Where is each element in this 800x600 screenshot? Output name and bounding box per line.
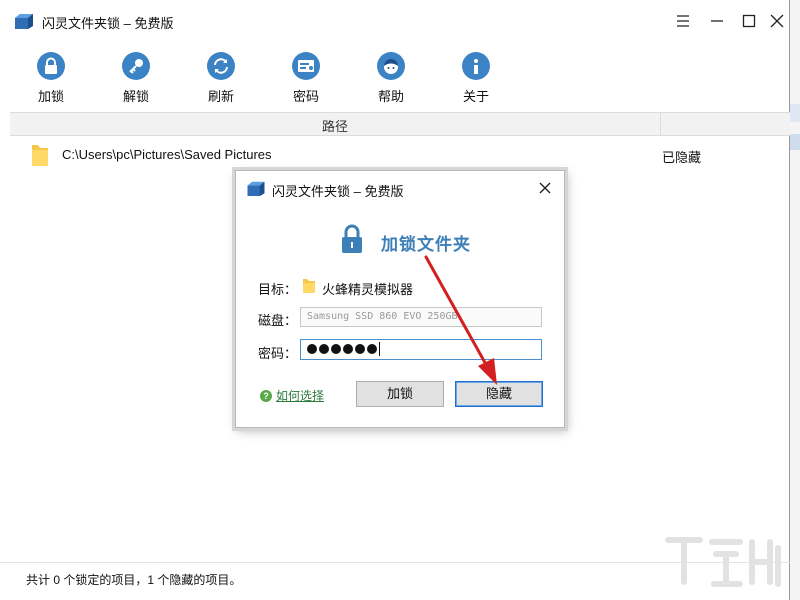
password-dot [307,344,317,354]
folder-icon [303,279,315,293]
password-dot [343,344,353,354]
edge-segment [790,134,800,150]
hamburger-icon [677,15,689,27]
app-logo-icon [15,14,33,29]
password-input[interactable] [300,339,542,360]
toolbar-about-label: 关于 [462,89,489,104]
minimize-button[interactable] [706,10,728,32]
password-mask [307,341,379,358]
password-icon [292,52,320,80]
disk-field[interactable]: Samsung SSD 860 EVO 250GB [300,307,542,327]
target-label: 目标： [258,282,298,297]
status-text: 共计 0 个锁定的项目，1 个隐藏的项目。 [26,573,242,587]
dialog-title-bar: 闪灵文件夹锁 – 免费版 [236,171,564,205]
question-icon: ? [260,389,272,402]
watermark-logo [665,537,781,587]
dialog-title: 闪灵文件夹锁 – 免费版 [272,184,404,199]
toolbar-unlock-label: 解锁 [122,89,149,104]
dialog-heading-area: 加锁文件夹 [236,223,564,259]
toolbar-password-button[interactable]: 密码 [276,52,336,106]
password-label: 密码： [258,346,298,361]
list-item[interactable]: C:\Users\pc\Pictures\Saved Pictures 已隐藏 [10,140,790,170]
maximize-button[interactable] [738,10,760,32]
toolbar-unlock-button[interactable]: 解锁 [106,52,166,106]
padlock-icon [342,224,362,253]
item-path: C:\Users\pc\Pictures\Saved Pictures [62,147,272,162]
refresh-icon [207,52,235,80]
password-dot [355,344,365,354]
toolbar-lock-label: 加锁 [37,89,64,104]
lock-button[interactable]: 加锁 [356,381,444,407]
lock-folder-dialog: 闪灵文件夹锁 – 免费版 加锁文件夹 目标： 火蜂精灵模拟器 磁盘： Samsu… [235,170,565,428]
hide-button[interactable]: 隐藏 [455,381,543,407]
list-header: 路径 [10,112,790,136]
target-value: 火蜂精灵模拟器 [322,282,414,297]
disk-label: 磁盘： [258,313,298,328]
password-dot [331,344,341,354]
help-link-area: ? 如何选择 [260,387,324,404]
folder-icon [32,145,48,166]
toolbar-refresh-label: 刷新 [207,89,234,104]
column-separator [660,113,661,135]
toolbar-help-label: 帮助 [377,89,404,104]
toolbar-password-label: 密码 [292,89,319,104]
close-icon [770,14,784,28]
toolbar-help-button[interactable]: 帮助 [361,52,421,106]
info-icon [462,52,490,80]
window-title: 闪灵文件夹锁 – 免费版 [42,16,174,31]
column-header-path[interactable]: 路径 [10,116,660,135]
title-bar: 闪灵文件夹锁 – 免费版 [0,0,790,42]
menu-button[interactable] [672,10,694,32]
help-face-icon [377,52,405,80]
text-caret [379,341,380,356]
how-to-choose-link[interactable]: 如何选择 [276,389,324,403]
close-button[interactable] [766,10,788,32]
edge-segment [790,104,800,122]
dialog-close-icon[interactable] [536,179,554,197]
toolbar-lock-button[interactable]: 加锁 [21,52,81,106]
lock-icon [37,52,65,80]
toolbar-about-button[interactable]: 关于 [446,52,506,106]
toolbar: 加锁 解锁 刷新 密码 帮助 关于 [0,46,790,112]
minimize-icon [711,20,723,22]
toolbar-refresh-button[interactable]: 刷新 [191,52,251,106]
key-icon [122,52,150,80]
app-logo-icon [247,181,265,197]
password-dot [367,344,377,354]
dialog-heading: 加锁文件夹 [381,235,471,254]
background-window-edge [790,0,800,600]
password-dot [319,344,329,354]
item-status: 已隐藏 [662,150,702,165]
maximize-icon [742,14,756,28]
